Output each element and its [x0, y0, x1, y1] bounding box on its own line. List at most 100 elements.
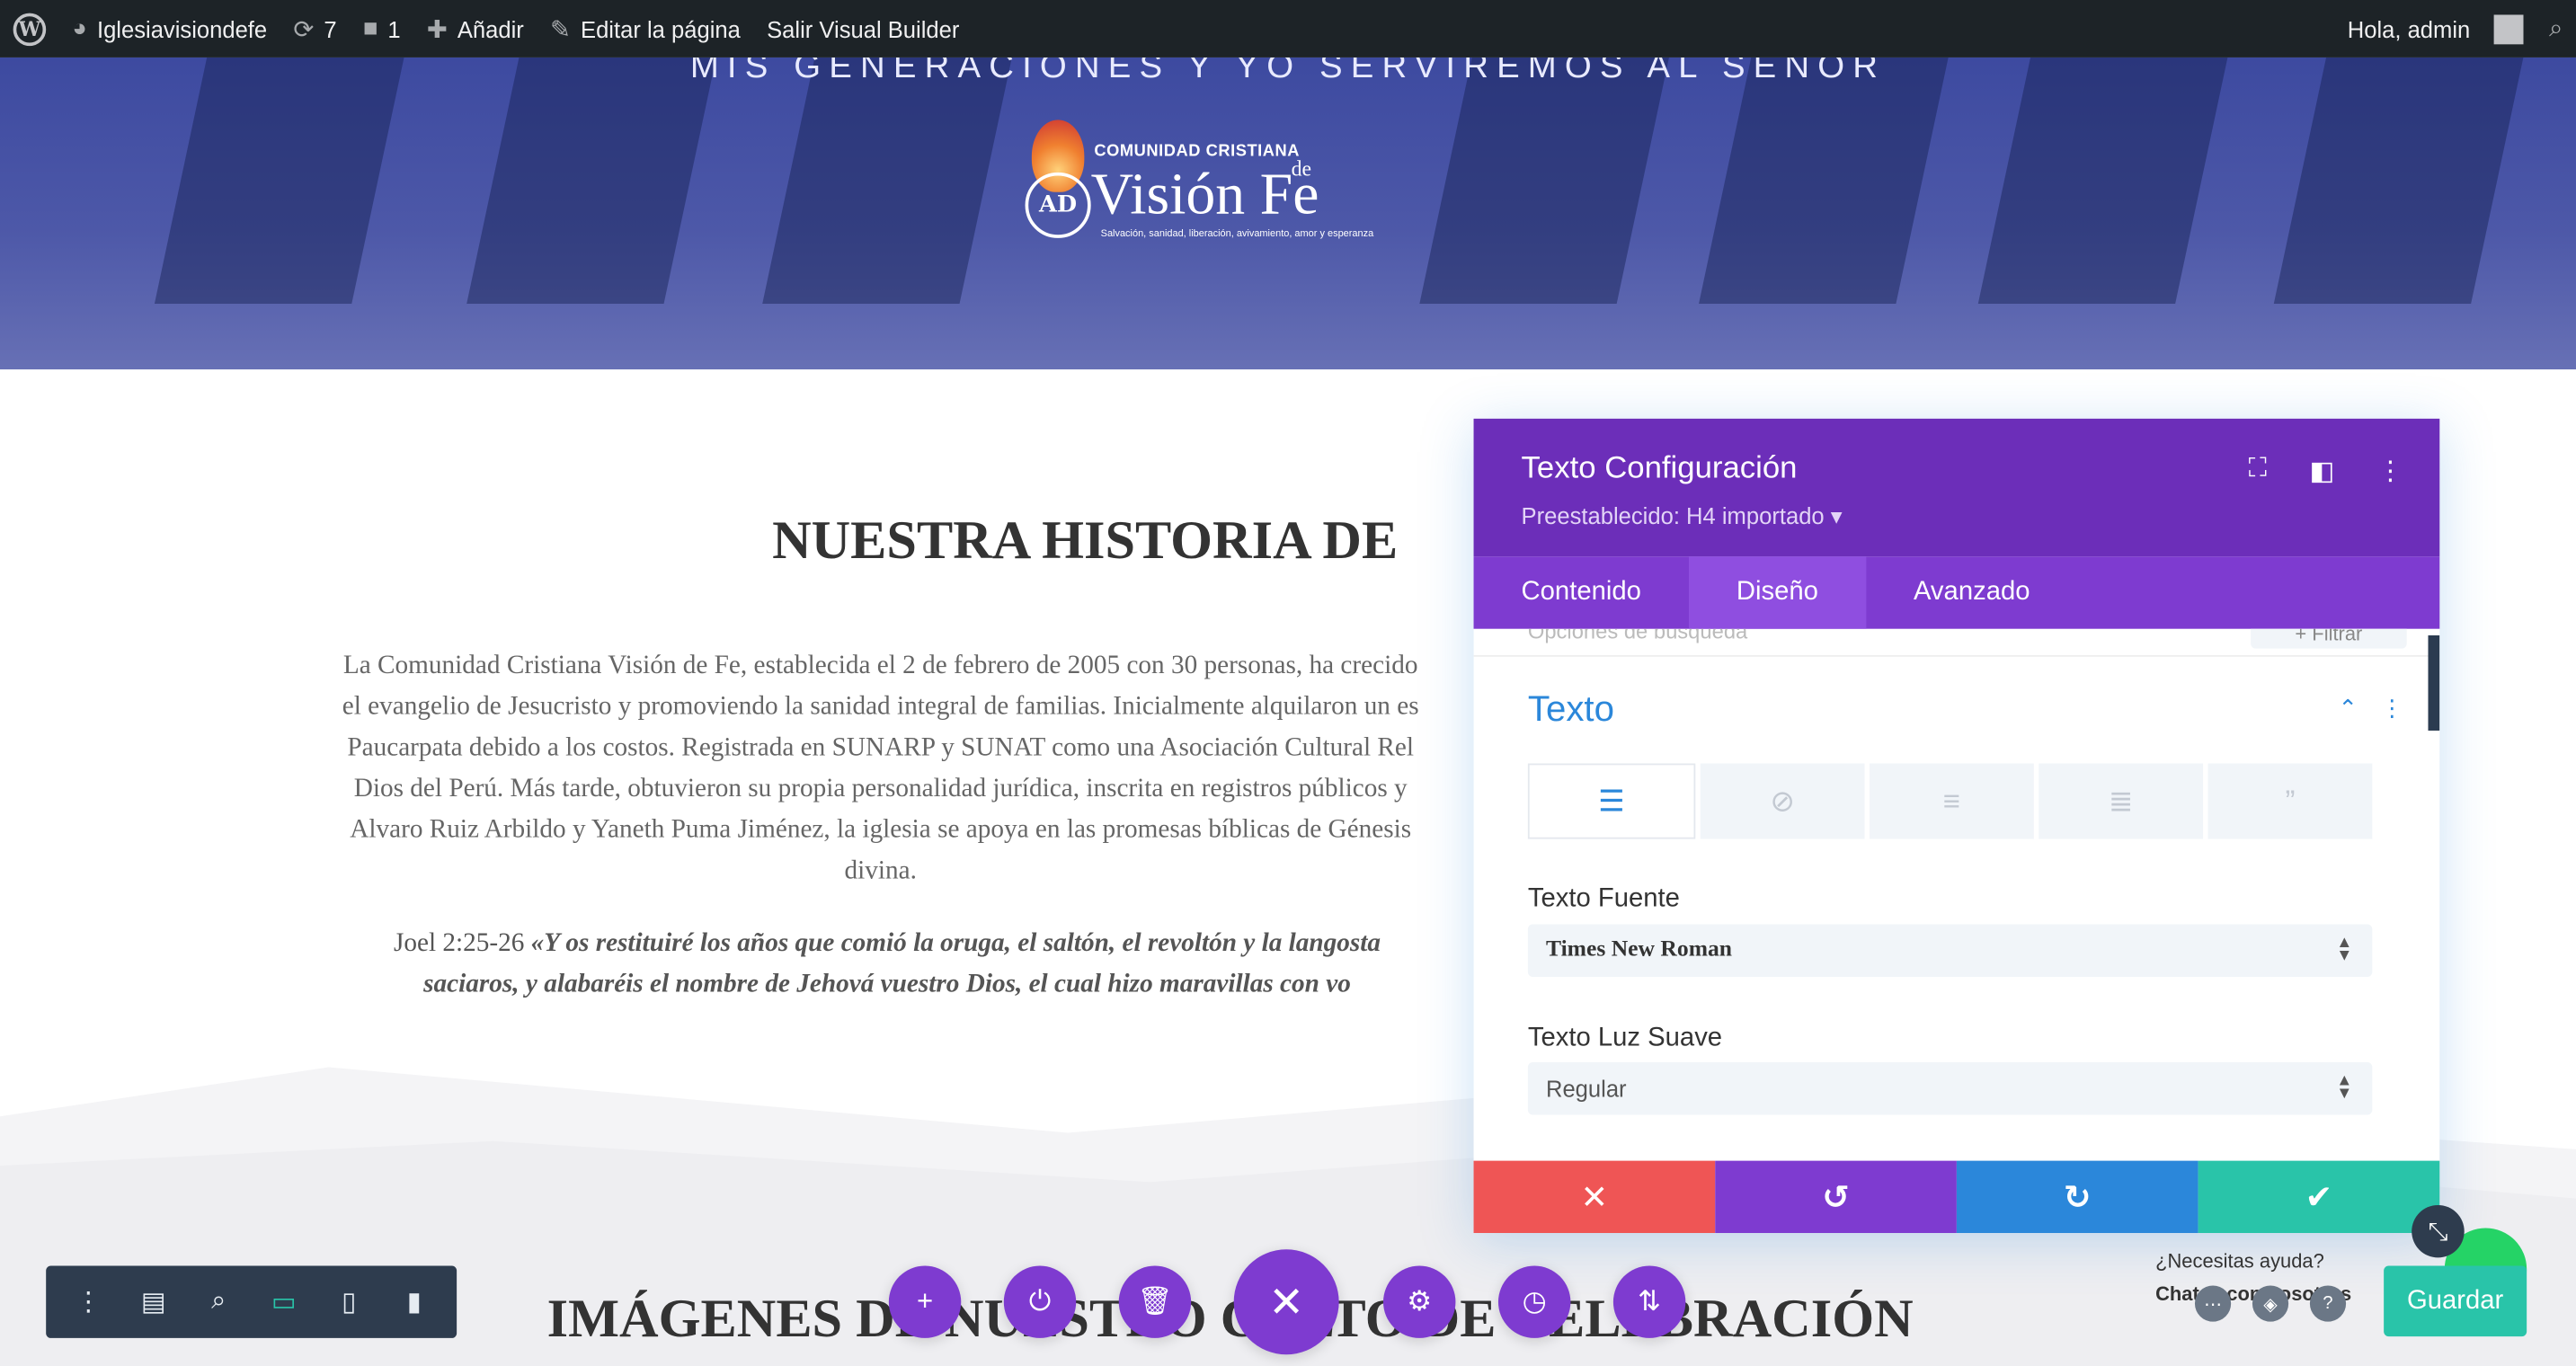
chevron-up-icon[interactable]: ⌃ [2338, 695, 2357, 723]
tab-contenido[interactable]: Contenido [1474, 556, 1689, 628]
wireframe-view-icon[interactable]: ▤ [130, 1285, 176, 1318]
updates-menu[interactable]: ⟳ 7 [280, 0, 350, 58]
zoom-icon[interactable]: ⌕ [196, 1287, 242, 1317]
history-paragraph[interactable]: La Comunidad Cristiana Visión de Fe, est… [289, 645, 1472, 891]
gallery-title[interactable]: IMÁGENES DE NUESTRO CULTO DE CELEBRACIÓN [547, 1291, 1914, 1352]
modal-header[interactable]: Texto Configuración Preestablecido: H4 i… [1473, 418, 2440, 557]
portability-button[interactable]: ⇅ [1612, 1265, 1686, 1338]
text-settings-modal: Texto Configuración Preestablecido: H4 i… [1473, 418, 2440, 1234]
unordered-list-icon: ≡ [1942, 784, 1961, 817]
modal-tabs: Contenido Diseño Avanzado [1473, 556, 2440, 629]
paragraph-line: Paucarpata debido a los costos. Registra… [347, 733, 1415, 762]
phone-view-icon[interactable]: ▮ [391, 1285, 437, 1318]
hero-photo-stripe [154, 57, 404, 304]
paragraph-line: Dios del Perú. Más tarde, obtuvieron su … [353, 775, 1408, 803]
modal-title: Texto Configuración [1521, 451, 1798, 486]
import-export-icon: ⇅ [1638, 1285, 1662, 1317]
quote-icon: ” [2285, 784, 2296, 817]
close-icon: ✕ [1580, 1179, 1609, 1216]
resize-icon[interactable]: ⤡ [2412, 1204, 2465, 1258]
add-button[interactable]: + [888, 1265, 962, 1338]
church-logo: AD COMUNIDAD CRISTIANA Visión Fe de Salv… [1022, 117, 1399, 248]
weight-label: Texto Luz Suave [1527, 1024, 1723, 1053]
unordered-list-tab[interactable]: ≡ [1870, 763, 2034, 839]
font-select[interactable]: Times New Roman ▲ ▼ [1527, 924, 2373, 978]
ordered-list-tab[interactable]: ≣ [2039, 763, 2204, 839]
section-title-texto[interactable]: Texto [1528, 687, 1614, 730]
tab-avanzado[interactable]: Avanzado [1866, 556, 2078, 628]
bible-verse[interactable]: Joel 2:25-26 «Y os restituiré los años q… [296, 923, 1479, 1005]
paragraph-line: divina. [844, 856, 917, 885]
modal-body: Opciones de búsqueda + Filtrar Texto ⌃ ⋮… [1473, 628, 2440, 1161]
page-settings-button[interactable]: ⚙ [1383, 1265, 1456, 1338]
history-title[interactable]: NUESTRA HISTORIA DE [772, 512, 1398, 573]
section-more-icon[interactable]: ⋮ [2380, 695, 2403, 723]
greeting: Hola, admin [2347, 15, 2471, 42]
plus-icon: ✚ [426, 15, 448, 44]
link-style-tab[interactable]: ⊘ [1700, 763, 1865, 839]
save-button[interactable]: Guardar [2384, 1265, 2527, 1337]
admin-search[interactable]: ⌕ [2536, 0, 2576, 58]
caret-down-icon: ▾ [1830, 502, 1843, 529]
help-icon[interactable]: ? [2309, 1285, 2347, 1322]
clear-layout-button[interactable]: 🗑 [1118, 1265, 1192, 1338]
scrollbar[interactable] [2428, 635, 2440, 731]
builder-view-toolbar: ⋮ ▤ ⌕ ▭ ▯ ▮ [46, 1265, 457, 1338]
history-button[interactable]: ◷ [1497, 1265, 1571, 1338]
fullscreen-icon[interactable]: ⛶ [2249, 455, 2267, 488]
tab-diseno[interactable]: Diseño [1688, 556, 1866, 629]
verse-reference: Joel 2:25-26 [393, 929, 531, 958]
updates-icon: ⟳ [293, 15, 315, 44]
desktop-view-icon[interactable]: ▭ [261, 1285, 306, 1318]
redo-button[interactable]: ↻ [1956, 1160, 2198, 1234]
wireframe-toggle-icon[interactable]: ⋯ [2194, 1285, 2232, 1322]
align-left-icon: ☰ [1598, 784, 1625, 817]
pencil-icon: ✎ [550, 15, 572, 44]
link-icon: ⊘ [1770, 784, 1795, 817]
paragraph-style-tab[interactable]: ☰ [1527, 763, 1696, 839]
split-view-icon[interactable]: ◧ [2310, 455, 2335, 488]
verse-line: saciaros, y alabaréis el nombre de Jehov… [296, 963, 1479, 1005]
cancel-button[interactable]: ✕ [1473, 1160, 1716, 1234]
hero-photo-stripe [1977, 57, 2228, 304]
preset-selector[interactable]: Preestablecido: H4 importado ▾ [1522, 502, 1843, 530]
blockquote-tab[interactable]: ” [2207, 763, 2373, 839]
undo-button[interactable]: ↺ [1715, 1160, 1957, 1234]
edit-page-label: Editar la página [581, 15, 741, 42]
comments-menu[interactable]: ■ 1 [350, 0, 413, 58]
hero-section: MIS GENERACIONES Y YO SERVIREMOS AL SEÑO… [0, 57, 2576, 370]
paragraph-line: La Comunidad Cristiana Visión de Fe, est… [342, 652, 1418, 680]
wordpress-logo-menu[interactable]: W [0, 0, 59, 58]
redo-icon: ↻ [2063, 1179, 2092, 1216]
layers-icon[interactable]: ◈ [2252, 1285, 2289, 1322]
add-new-menu[interactable]: ✚ Añadir [413, 0, 537, 58]
logo-top-text: COMUNIDAD CRISTIANA [1094, 142, 1301, 162]
site-name-menu[interactable]: ◕ Iglesiavisiondefe [59, 0, 280, 58]
exit-visual-builder-link[interactable]: Salir Visual Builder [753, 0, 973, 58]
hero-photo-stripe [2273, 57, 2524, 304]
weight-select[interactable]: Regular ▲ ▼ [1527, 1062, 2373, 1115]
more-vertical-icon[interactable]: ⋮ [66, 1285, 111, 1318]
plus-icon: + [916, 1285, 934, 1317]
gear-icon: ⚙ [1407, 1285, 1433, 1317]
avatar [2492, 13, 2523, 44]
comments-count: 1 [387, 15, 401, 42]
add-new-label: Añadir [457, 15, 524, 42]
more-options-icon[interactable]: ⋮ [2377, 455, 2403, 488]
hero-photo-stripe [1419, 57, 1669, 304]
edit-page-link[interactable]: ✎ Editar la página [537, 0, 753, 58]
close-icon: ✕ [1268, 1276, 1305, 1326]
tablet-view-icon[interactable]: ▯ [326, 1285, 372, 1318]
seal-icon: AD [1025, 172, 1091, 238]
exit-builder-label: Salir Visual Builder [767, 15, 960, 42]
confirm-button[interactable]: ✔ [2198, 1160, 2440, 1234]
wordpress-icon: W [13, 12, 47, 46]
font-label: Texto Fuente [1527, 884, 1680, 913]
text-style-tabs: ☰ ⊘ ≡ ≣ ” [1527, 763, 2373, 839]
close-builder-menu-button[interactable]: ✕ [1233, 1249, 1339, 1355]
check-icon: ✔ [2305, 1179, 2333, 1216]
load-layout-button[interactable]: ⏻ [1003, 1265, 1077, 1338]
filter-button[interactable]: + Filtrar [2251, 628, 2407, 649]
hero-tagline: MIS GENERACIONES Y YO SERVIREMOS AL SEÑO… [689, 57, 1887, 85]
account-menu[interactable]: Hola, admin [2334, 0, 2536, 58]
